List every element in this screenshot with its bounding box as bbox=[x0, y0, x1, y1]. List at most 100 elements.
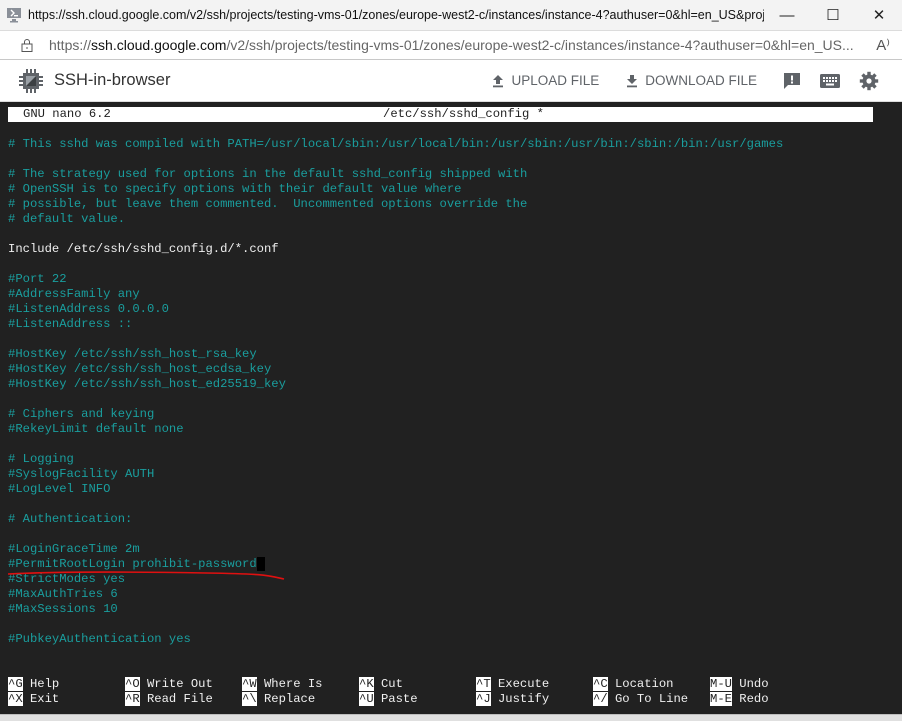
address-bar[interactable]: https://ssh.cloud.google.com/v2/ssh/proj… bbox=[0, 30, 902, 60]
config-line[interactable]: # Ciphers and keying bbox=[8, 407, 783, 422]
shortcut-execute: ^T Execute bbox=[476, 677, 549, 692]
feedback-icon[interactable] bbox=[783, 72, 801, 90]
read-aloud-icon[interactable]: A⁾ bbox=[876, 36, 890, 54]
shortcut-label: Read File bbox=[139, 692, 213, 706]
shortcut-read-file: ^R Read File bbox=[125, 692, 213, 707]
shortcut-label: Execute bbox=[490, 677, 550, 691]
config-line[interactable]: #SyslogFacility AUTH bbox=[8, 467, 783, 482]
config-line[interactable]: Include /etc/ssh/sshd_config.d/*.conf bbox=[8, 242, 783, 257]
config-line-text: # possible, but leave them commented. Un… bbox=[8, 197, 528, 211]
config-line[interactable] bbox=[8, 392, 783, 407]
config-line-text: #Port 22 bbox=[8, 272, 67, 286]
config-line[interactable] bbox=[8, 497, 783, 512]
config-line-text: #PubkeyAuthentication yes bbox=[8, 632, 191, 646]
shortcut-label: Replace bbox=[256, 692, 316, 706]
config-line[interactable] bbox=[8, 617, 783, 632]
shortcut-write-out: ^O Write Out bbox=[125, 677, 213, 692]
config-line[interactable] bbox=[8, 437, 783, 452]
config-line[interactable]: # default value. bbox=[8, 212, 783, 227]
shortcut-label: Location bbox=[607, 677, 674, 691]
window-title: https://ssh.cloud.google.com/v2/ssh/proj… bbox=[28, 8, 764, 22]
config-line-text: # Authentication: bbox=[8, 512, 133, 526]
url-text[interactable]: https://ssh.cloud.google.com/v2/ssh/proj… bbox=[49, 37, 868, 53]
config-line[interactable]: #ListenAddress 0.0.0.0 bbox=[8, 302, 783, 317]
shortcut-where-is: ^W Where Is bbox=[242, 677, 322, 692]
download-file-button[interactable]: DOWNLOAD FILE bbox=[625, 73, 757, 88]
config-line-text: #SyslogFacility AUTH bbox=[8, 467, 155, 481]
config-line[interactable] bbox=[8, 257, 783, 272]
config-line[interactable]: # The strategy used for options in the d… bbox=[8, 167, 783, 182]
config-line[interactable] bbox=[8, 332, 783, 347]
shortcut-exit: ^X Exit bbox=[8, 692, 59, 707]
shortcut-paste: ^U Paste bbox=[359, 692, 418, 707]
config-line-text: # Ciphers and keying bbox=[8, 407, 155, 421]
shortcut-label: Exit bbox=[22, 692, 60, 706]
config-line[interactable]: #ListenAddress :: bbox=[8, 317, 783, 332]
minimize-button[interactable]: — bbox=[764, 0, 810, 30]
red-underline-annotation bbox=[7, 571, 285, 580]
shortcut-cut: ^K Cut bbox=[359, 677, 403, 692]
app-title: SSH-in-browser bbox=[54, 71, 171, 89]
download-file-label: DOWNLOAD FILE bbox=[645, 73, 757, 88]
shortcut-undo: M-U Undo bbox=[710, 677, 769, 692]
nano-title-bar: GNU nano 6.2 /etc/ssh/sshd_config * bbox=[8, 107, 873, 122]
shortcut-key: ^/ bbox=[593, 692, 608, 706]
shortcut-help: ^G Help bbox=[8, 677, 59, 692]
config-line[interactable]: #MaxAuthTries 6 bbox=[8, 587, 783, 602]
config-line-text: #MaxAuthTries 6 bbox=[8, 587, 118, 601]
config-line-text: # OpenSSH is to specify options with the… bbox=[8, 182, 462, 196]
config-line-text: #MaxSessions 10 bbox=[8, 602, 118, 616]
config-line[interactable]: #LogLevel INFO bbox=[8, 482, 783, 497]
config-line-text: # This sshd was compiled with PATH=/usr/… bbox=[8, 137, 784, 151]
download-icon bbox=[627, 74, 638, 87]
shortcut-key: ^W bbox=[242, 677, 257, 691]
settings-gear-icon[interactable] bbox=[859, 71, 879, 91]
shortcut-key: M-U bbox=[710, 677, 732, 691]
config-line[interactable]: # Authentication: bbox=[8, 512, 783, 527]
terminal[interactable]: GNU nano 6.2 /etc/ssh/sshd_config * # Th… bbox=[0, 102, 902, 714]
maximize-button[interactable]: ☐ bbox=[810, 0, 856, 30]
config-line[interactable]: # OpenSSH is to specify options with the… bbox=[8, 182, 783, 197]
config-line-text: #AddressFamily any bbox=[8, 287, 140, 301]
close-button[interactable]: ✕ bbox=[856, 0, 902, 30]
config-line-text: #PermitRootLogin prohibit-password bbox=[8, 557, 257, 571]
config-line[interactable] bbox=[8, 227, 783, 242]
config-line-text: #LogLevel INFO bbox=[8, 482, 111, 496]
window-titlebar: https://ssh.cloud.google.com/v2/ssh/proj… bbox=[0, 0, 902, 30]
shortcut-key: ^X bbox=[8, 692, 23, 706]
config-line[interactable]: #LoginGraceTime 2m bbox=[8, 542, 783, 557]
config-line[interactable]: #Port 22 bbox=[8, 272, 783, 287]
url-path: /v2/ssh/projects/testing-vms-01/zones/eu… bbox=[226, 37, 854, 53]
shortcut-location: ^C Location bbox=[593, 677, 673, 692]
config-line[interactable]: # This sshd was compiled with PATH=/usr/… bbox=[8, 137, 783, 152]
shortcut-key: ^K bbox=[359, 677, 374, 691]
config-line[interactable]: #HostKey /etc/ssh/ssh_host_ed25519_key bbox=[8, 377, 783, 392]
shortcut-label: Go To Line bbox=[607, 692, 689, 706]
config-line[interactable]: # Logging bbox=[8, 452, 783, 467]
ssh-app-icon bbox=[6, 7, 22, 23]
config-line-text: #ListenAddress :: bbox=[8, 317, 133, 331]
config-line[interactable]: #HostKey /etc/ssh/ssh_host_ecdsa_key bbox=[8, 362, 783, 377]
shortcut-key: ^J bbox=[476, 692, 491, 706]
config-line-text: Include /etc/ssh/sshd_config.d/*.conf bbox=[8, 242, 279, 256]
config-line[interactable]: #HostKey /etc/ssh/ssh_host_rsa_key bbox=[8, 347, 783, 362]
upload-file-button[interactable]: UPLOAD FILE bbox=[491, 73, 599, 88]
config-line[interactable]: #AddressFamily any bbox=[8, 287, 783, 302]
shortcut-label: Paste bbox=[373, 692, 418, 706]
shortcut-key: ^G bbox=[8, 677, 23, 691]
config-line[interactable]: #PubkeyAuthentication yes bbox=[8, 632, 783, 647]
shortcut-key: ^\ bbox=[242, 692, 257, 706]
shortcut-go-to-line: ^/ Go To Line bbox=[593, 692, 688, 707]
shortcut-label: Where Is bbox=[256, 677, 323, 691]
shortcut-key: ^U bbox=[359, 692, 374, 706]
config-line[interactable]: #MaxSessions 10 bbox=[8, 602, 783, 617]
config-line[interactable] bbox=[8, 152, 783, 167]
config-line-text: #RekeyLimit default none bbox=[8, 422, 184, 436]
lock-icon[interactable] bbox=[20, 38, 34, 52]
keyboard-icon[interactable] bbox=[819, 73, 841, 89]
shortcut-label: Undo bbox=[731, 677, 769, 691]
config-line[interactable] bbox=[8, 527, 783, 542]
config-line[interactable]: # possible, but leave them commented. Un… bbox=[8, 197, 783, 212]
shortcut-key: ^O bbox=[125, 677, 140, 691]
config-line[interactable]: #RekeyLimit default none bbox=[8, 422, 783, 437]
